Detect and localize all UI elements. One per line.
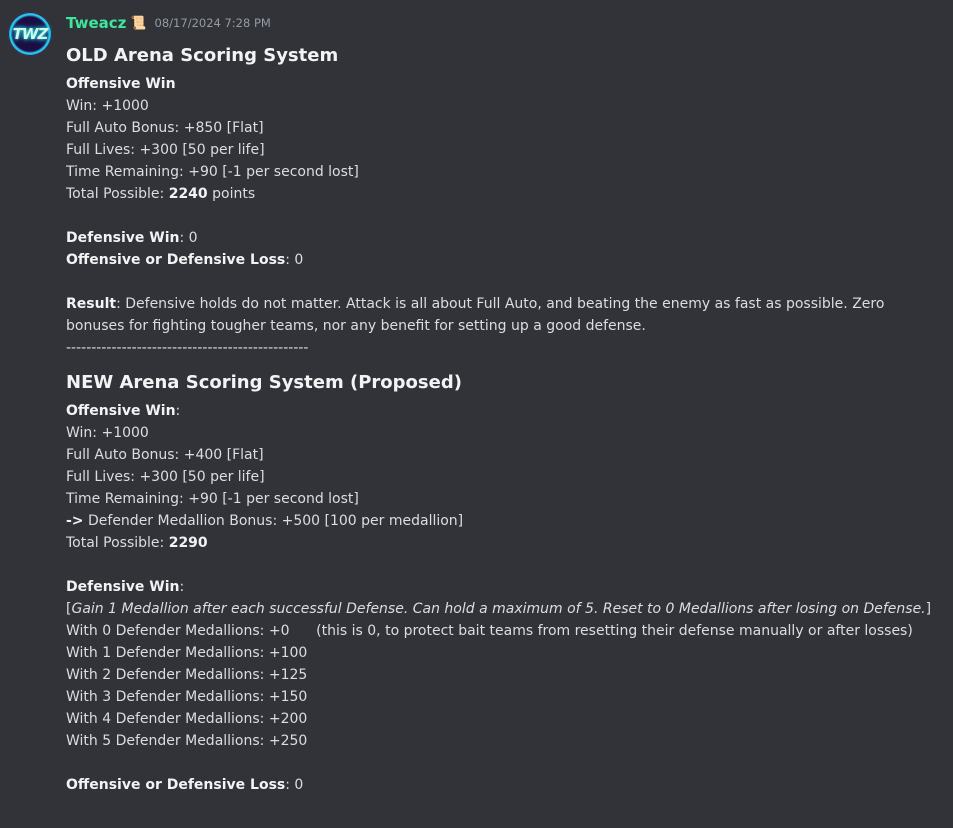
timestamp[interactable]: 08/17/2024 7:28 PM [155, 16, 271, 30]
avatar[interactable]: TWZ [8, 12, 52, 56]
chat-message: TWZ Tweacz 📜 08/17/2024 7:28 PM OLD Aren… [0, 0, 953, 828]
old-result: Result: Defensive holds do not matter. A… [66, 296, 885, 334]
new-line: Full Lives: +300 [50 per life] [66, 469, 265, 485]
new-offensive-win-label: Offensive Win: [66, 403, 181, 419]
old-line: Win: +1000 [66, 98, 149, 114]
medallion-line: With 4 Defender Medallions: +200 [66, 711, 308, 727]
old-line: Time Remaining: +90 [-1 per second lost] [66, 164, 359, 180]
scroll-badge-icon: 📜 [130, 15, 147, 31]
old-loss: Offensive or Defensive Loss: 0 [66, 252, 304, 268]
new-line: Win: +1000 [66, 425, 149, 441]
message-content: OLD Arena Scoring System Offensive Win W… [66, 42, 932, 796]
message-header: Tweacz 📜 08/17/2024 7:28 PM [66, 12, 271, 34]
new-system-title: NEW Arena Scoring System (Proposed) [66, 372, 462, 393]
username[interactable]: Tweacz [66, 14, 126, 32]
medallion-line: With 3 Defender Medallions: +150 [66, 689, 308, 705]
old-line: Full Lives: +300 [50 per life] [66, 142, 265, 158]
old-total-possible: Total Possible: 2240 points [66, 186, 256, 202]
new-total-possible: Total Possible: 2290 [66, 535, 208, 551]
medallion-line: With 0 Defender Medallions: +0 (this is … [66, 623, 913, 639]
medallion-line: With 1 Defender Medallions: +100 [66, 645, 308, 661]
medallion-rule: [Gain 1 Medallion after each successful … [66, 601, 932, 617]
divider: ----------------------------------------… [66, 340, 309, 356]
old-system-title: OLD Arena Scoring System [66, 45, 339, 66]
new-line: Full Auto Bonus: +400 [Flat] [66, 447, 264, 463]
medallion-line: With 2 Defender Medallions: +125 [66, 667, 308, 683]
old-offensive-win-label: Offensive Win [66, 76, 176, 92]
avatar-logo-text: TWZ [12, 25, 49, 43]
new-loss: Offensive or Defensive Loss: 0 [66, 777, 304, 793]
new-medallion-bonus: -> Defender Medallion Bonus: +500 [100 p… [66, 513, 464, 529]
old-line: Full Auto Bonus: +850 [Flat] [66, 120, 264, 136]
old-defensive-win: Defensive Win: 0 [66, 230, 198, 246]
new-line: Time Remaining: +90 [-1 per second lost] [66, 491, 359, 507]
medallion-line: With 5 Defender Medallions: +250 [66, 733, 308, 749]
new-defensive-win-label: Defensive Win: [66, 579, 185, 595]
